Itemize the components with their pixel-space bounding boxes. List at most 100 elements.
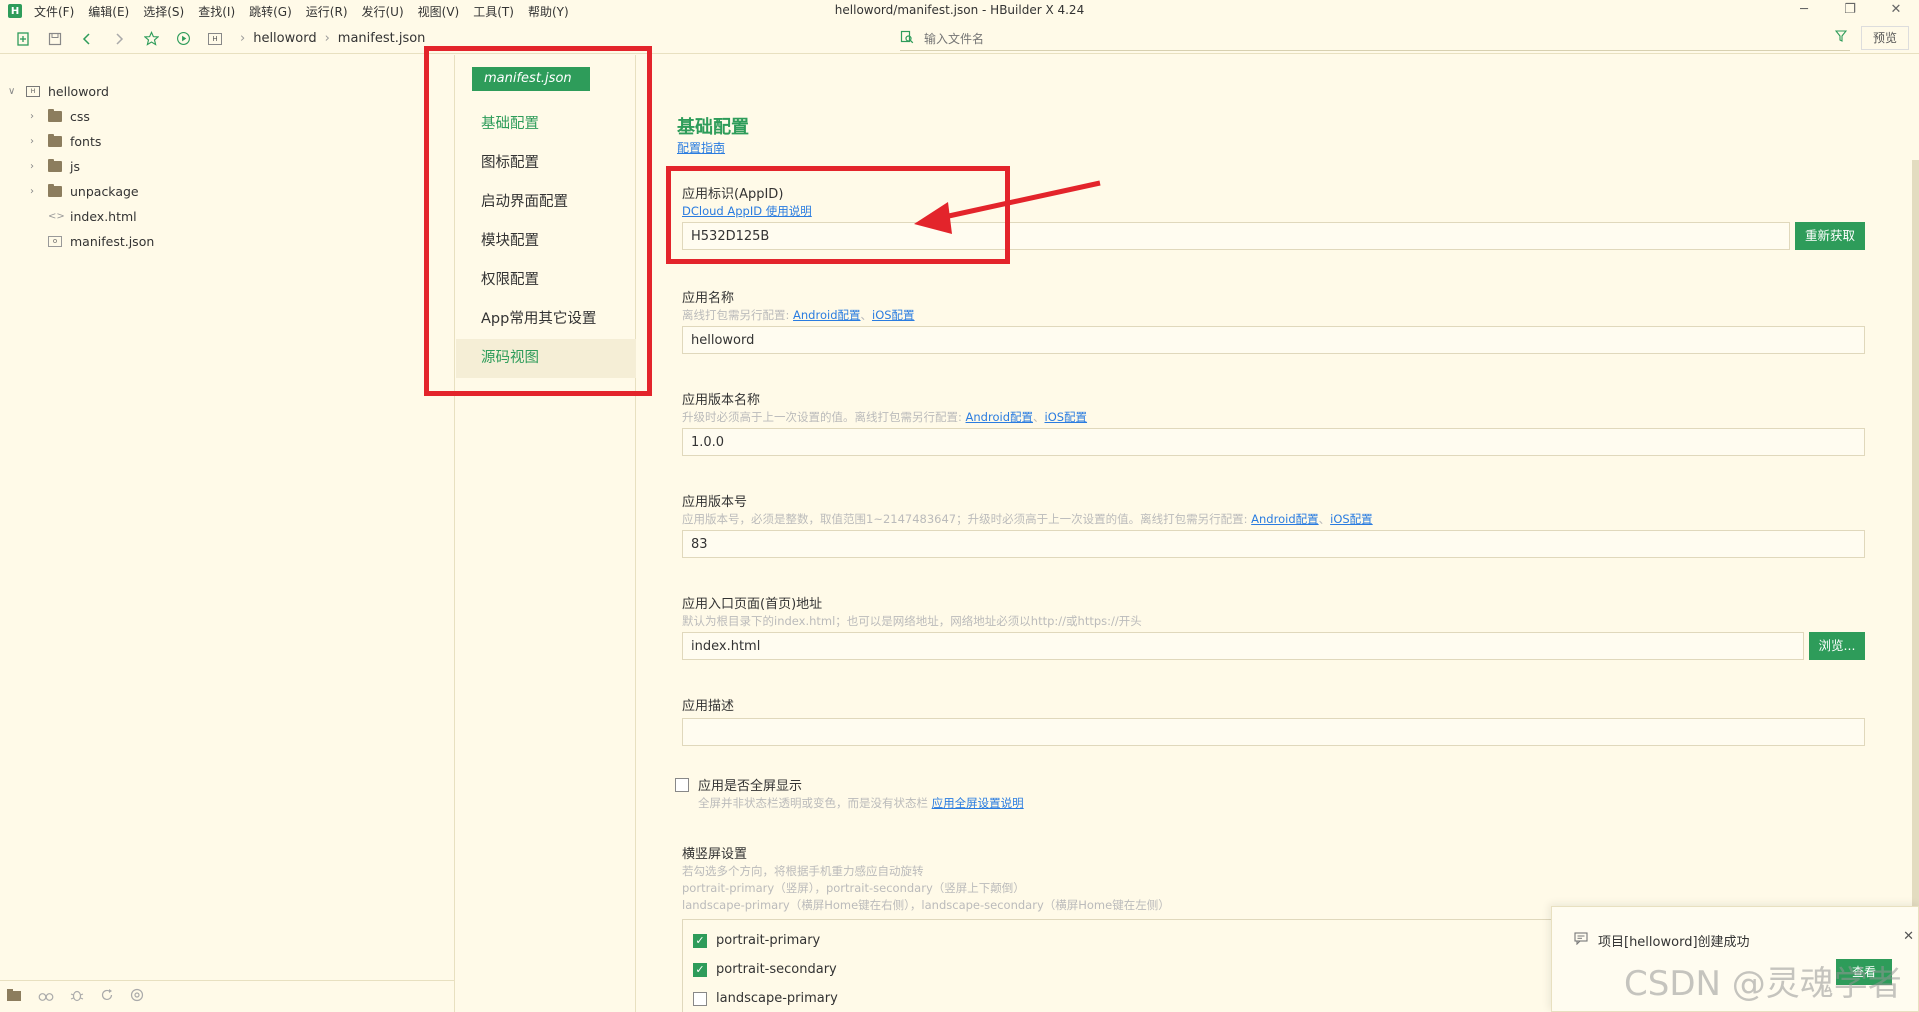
portrait-primary-checkbox[interactable]: ✓ — [693, 933, 707, 948]
breadcrumb: H › helloword › manifest.json — [208, 31, 425, 46]
annotation-box-appid — [666, 166, 1010, 264]
tree-item-label: unpackage — [70, 184, 139, 199]
forward-icon[interactable] — [110, 30, 128, 48]
chevron-right-icon[interactable]: › — [30, 136, 42, 147]
menu-goto[interactable]: 跳转(G) — [249, 3, 292, 20]
version-code-input[interactable] — [682, 530, 1865, 558]
minimize-icon[interactable]: ─ — [1781, 0, 1827, 22]
entry-page-input[interactable] — [682, 632, 1804, 660]
chevron-down-icon[interactable]: ∨ — [8, 86, 20, 97]
ios-config-link[interactable]: iOS配置 — [1045, 410, 1088, 424]
appname-input[interactable] — [682, 326, 1865, 354]
tree-item-unpackage[interactable]: › unpackage — [0, 179, 454, 204]
filter-icon[interactable] — [1834, 30, 1848, 45]
android-config-link[interactable]: Android配置 — [966, 410, 1033, 424]
close-window-icon[interactable]: ✕ — [1873, 0, 1919, 22]
restore-icon[interactable]: ❐ — [1827, 0, 1873, 22]
breadcrumb-project[interactable]: helloword — [253, 31, 316, 46]
browse-button[interactable]: 浏览... — [1809, 632, 1865, 660]
title-bar: H 文件(F) 编辑(E) 选择(S) 查找(I) 跳转(G) 运行(R) 发行… — [0, 0, 1919, 22]
folder-icon — [48, 159, 62, 172]
version-code-field: 应用版本号 应用版本号，必须是整数，取值范围1~2147483647；升级时必须… — [682, 491, 1865, 558]
tree-item-label: fonts — [70, 134, 102, 149]
entry-page-hint: 默认为根目录下的index.html；也可以是网络地址，网络地址必须以http:… — [682, 614, 1142, 628]
tree-item-label: js — [70, 159, 80, 174]
bug-icon[interactable] — [70, 988, 84, 1006]
tree-item-index-html[interactable]: <> index.html — [0, 204, 454, 229]
annotation-box-nav — [424, 46, 652, 396]
project-tree: ∨ H helloword › css › fonts › js › unpac… — [0, 79, 454, 254]
preview-button[interactable]: 预览 — [1861, 26, 1909, 50]
fullscreen-label[interactable]: 应用是否全屏显示 — [698, 775, 802, 794]
message-icon — [1574, 932, 1588, 949]
chevron-right-icon[interactable]: › — [30, 111, 42, 122]
folder-icon — [48, 134, 62, 147]
hbuilder-logo-icon: H — [8, 4, 22, 18]
section-title: 基础配置 — [677, 117, 749, 138]
appname-label: 应用名称 — [682, 291, 735, 306]
description-label: 应用描述 — [682, 699, 735, 714]
window-controls: ─ ❐ ✕ — [1781, 0, 1919, 22]
landscape-primary-checkbox[interactable] — [693, 991, 707, 1006]
portrait-secondary-checkbox[interactable]: ✓ — [693, 962, 707, 977]
project-icon: H — [208, 32, 222, 45]
menu-file[interactable]: 文件(F) — [34, 3, 74, 20]
file-search-input[interactable] — [924, 31, 1724, 46]
version-code-label: 应用版本号 — [682, 495, 748, 510]
config-guide-link[interactable]: 配置指南 — [677, 139, 725, 156]
ios-config-link[interactable]: iOS配置 — [872, 308, 915, 322]
ios-config-link[interactable]: iOS配置 — [1330, 512, 1373, 526]
menu-view[interactable]: 视图(V) — [418, 3, 460, 20]
menu-tools[interactable]: 工具(T) — [473, 3, 514, 20]
toast-message: 项目[helloword]创建成功 — [1598, 935, 1750, 950]
fullscreen-field: 应用是否全屏显示 全屏并非状态栏透明或变色，而是没有状态栏 应用全屏设置说明 — [675, 775, 1858, 811]
menu-find[interactable]: 查找(I) — [198, 3, 235, 20]
tree-item-label: manifest.json — [70, 234, 155, 249]
back-icon[interactable] — [78, 30, 96, 48]
menu-help[interactable]: 帮助(Y) — [528, 3, 569, 20]
tree-item-css[interactable]: › css — [0, 104, 454, 129]
plugin-icon[interactable] — [130, 988, 144, 1006]
reacquire-appid-button[interactable]: 重新获取 — [1795, 222, 1865, 250]
android-config-link[interactable]: Android配置 — [793, 308, 860, 322]
entry-page-label: 应用入口页面(首页)地址 — [682, 597, 823, 612]
refresh-icon[interactable] — [100, 988, 114, 1006]
tree-root[interactable]: ∨ H helloword — [0, 79, 454, 104]
sidebar-bottom-bar — [0, 980, 455, 1012]
version-name-label: 应用版本名称 — [682, 393, 761, 408]
project-manager-icon[interactable] — [6, 988, 22, 1006]
vertical-scrollbar[interactable] — [1912, 160, 1919, 960]
entry-page-field: 应用入口页面(首页)地址 默认为根目录下的index.html；也可以是网络地址… — [682, 593, 1865, 660]
appname-field: 应用名称 离线打包需另行配置: Android配置、iOS配置 — [682, 287, 1865, 354]
menu-publish[interactable]: 发行(U) — [362, 3, 404, 20]
menu-select[interactable]: 选择(S) — [143, 3, 184, 20]
tree-item-label: css — [70, 109, 90, 124]
toast-close-icon[interactable]: ✕ — [1903, 929, 1914, 944]
toolbar: H › helloword › manifest.json 预览 — [0, 24, 1919, 54]
tree-item-manifest-json[interactable]: o manifest.json — [0, 229, 454, 254]
tree-item-js[interactable]: › js — [0, 154, 454, 179]
file-search — [900, 27, 1850, 51]
android-config-link[interactable]: Android配置 — [1251, 512, 1318, 526]
binoculars-icon[interactable] — [38, 988, 54, 1006]
tree-item-label: index.html — [70, 209, 137, 224]
chevron-right-icon[interactable]: › — [30, 186, 42, 197]
chevron-right-icon[interactable]: › — [30, 161, 42, 172]
menu-edit[interactable]: 编辑(E) — [88, 3, 129, 20]
tree-root-label: helloword — [48, 84, 109, 99]
new-file-icon[interactable] — [14, 30, 32, 48]
description-input[interactable] — [682, 718, 1865, 746]
fullscreen-help-link[interactable]: 应用全屏设置说明 — [932, 796, 1024, 810]
tree-item-fonts[interactable]: › fonts — [0, 129, 454, 154]
chevron-right-icon: › — [324, 31, 330, 46]
menu-run[interactable]: 运行(R) — [306, 3, 348, 20]
save-icon[interactable] — [46, 30, 64, 48]
favorite-star-icon[interactable] — [142, 30, 160, 48]
breadcrumb-file[interactable]: manifest.json — [338, 31, 426, 46]
menu-bar: 文件(F) 编辑(E) 选择(S) 查找(I) 跳转(G) 运行(R) 发行(U… — [34, 3, 583, 20]
description-field: 应用描述 — [682, 695, 1865, 746]
chevron-right-icon: › — [240, 31, 246, 46]
fullscreen-checkbox[interactable] — [675, 777, 689, 792]
version-name-input[interactable] — [682, 428, 1865, 456]
run-icon[interactable] — [174, 30, 192, 48]
